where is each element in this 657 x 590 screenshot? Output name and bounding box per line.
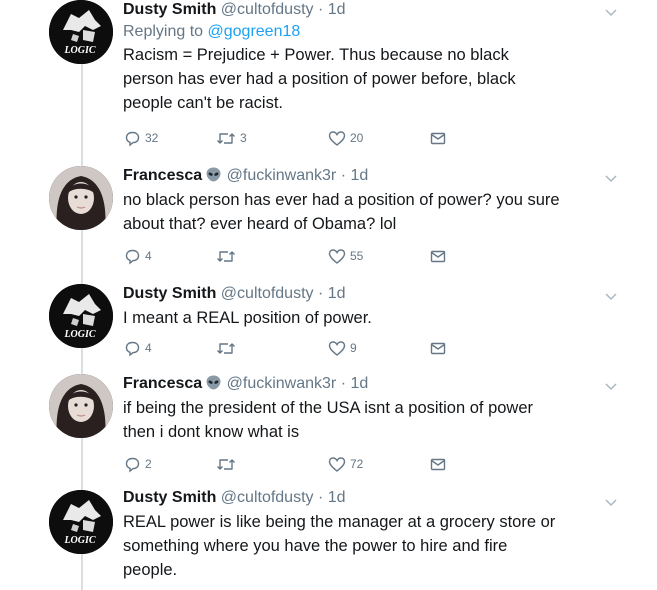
retweet-button[interactable]: [216, 454, 240, 474]
avatar[interactable]: LOGIC: [49, 284, 113, 348]
timestamp[interactable]: 1d: [328, 1, 346, 18]
tweet-text: no black person has ever had a position …: [123, 191, 560, 233]
heart-icon: [328, 130, 346, 146]
separator-dot: ·: [313, 489, 328, 506]
tweet-text: I meant a REAL position of power.: [123, 309, 372, 327]
direct-message-button[interactable]: [430, 338, 446, 358]
envelope-icon: [430, 250, 446, 263]
avatar[interactable]: [49, 166, 113, 230]
replying-to-handle-link[interactable]: @gogreen18: [208, 23, 301, 40]
chevron-down-icon[interactable]: [603, 494, 619, 510]
retweet-icon: [217, 458, 235, 470]
reply-button[interactable]: 4: [124, 338, 152, 358]
reply-button[interactable]: 32: [124, 128, 158, 148]
envelope-icon: [430, 132, 446, 145]
heart-icon: [328, 340, 346, 356]
chevron-down-icon[interactable]: [603, 4, 619, 20]
envelope-icon: [430, 458, 446, 471]
retweet-button[interactable]: [216, 246, 240, 266]
reply-count: 2: [145, 457, 152, 471]
timestamp[interactable]: 1d: [328, 489, 346, 506]
avatar[interactable]: [49, 374, 113, 438]
like-count: 9: [350, 341, 357, 355]
reply-count: 32: [145, 131, 159, 145]
separator-dot: ·: [336, 167, 351, 184]
reply-icon: [125, 457, 140, 472]
direct-message-button[interactable]: [430, 128, 446, 148]
reply-icon: [125, 131, 140, 146]
reply-icon: [125, 249, 140, 264]
separator-dot: ·: [313, 285, 328, 302]
alien-emoji-icon: [206, 167, 221, 182]
chevron-down-icon[interactable]: [603, 170, 619, 186]
display-name[interactable]: Francesca: [123, 167, 202, 184]
direct-message-button[interactable]: [430, 246, 446, 266]
display-name[interactable]: Francesca: [123, 375, 202, 392]
user-handle[interactable]: @fuckinwank3r: [227, 375, 337, 392]
user-handle[interactable]: @cultofdusty: [221, 489, 314, 506]
tweet-actions: 32 3 20: [124, 128, 454, 148]
timestamp[interactable]: 1d: [350, 167, 368, 184]
replying-to-label: Replying to: [123, 23, 208, 40]
user-handle[interactable]: @fuckinwank3r: [227, 167, 337, 184]
avatar-logo-text: LOGIC: [63, 329, 95, 340]
user-handle[interactable]: @cultofdusty: [221, 1, 314, 18]
tweet-header: Francesca @fuckinwank3r · 1d: [123, 166, 633, 186]
reply-count: 4: [145, 341, 152, 355]
avatar-logo-text: LOGIC: [63, 45, 95, 56]
tweet-header: Francesca @fuckinwank3r · 1d: [123, 374, 633, 394]
francesca-avatar-image: [49, 166, 113, 230]
tweet-text: REAL power is like being the manager at …: [123, 513, 556, 579]
replying-to: Replying to @gogreen18: [123, 22, 633, 42]
tweet-text: Racism = Prejudice + Power. Thus because…: [123, 46, 516, 112]
francesca-avatar-image: [49, 374, 113, 438]
user-handle[interactable]: @cultofdusty: [221, 285, 314, 302]
reply-button[interactable]: 4: [124, 246, 152, 266]
chevron-down-icon[interactable]: [603, 288, 619, 304]
like-button[interactable]: 9: [328, 338, 357, 358]
retweet-button[interactable]: 3: [216, 128, 247, 148]
retweet-button[interactable]: [216, 338, 240, 358]
separator-dot: ·: [336, 375, 351, 392]
display-name[interactable]: Dusty Smith: [123, 285, 216, 302]
avatar[interactable]: LOGIC: [49, 0, 113, 64]
separator-dot: ·: [313, 1, 328, 18]
logic-avatar-image: LOGIC: [49, 490, 113, 554]
reply-button[interactable]: 2: [124, 454, 152, 474]
tweet-actions: 4 55: [124, 246, 454, 266]
avatar[interactable]: LOGIC: [49, 490, 113, 554]
display-name[interactable]: Dusty Smith: [123, 1, 216, 18]
avatar-logo-text: LOGIC: [63, 535, 95, 546]
timestamp[interactable]: 1d: [328, 285, 346, 302]
retweet-icon: [217, 250, 235, 262]
retweet-icon: [217, 342, 235, 354]
like-button[interactable]: 55: [328, 246, 363, 266]
reply-icon: [125, 341, 140, 356]
logic-avatar-image: LOGIC: [49, 284, 113, 348]
display-name[interactable]: Dusty Smith: [123, 489, 216, 506]
heart-icon: [328, 456, 346, 472]
chevron-down-icon[interactable]: [603, 378, 619, 394]
retweet-icon: [217, 132, 235, 144]
alien-emoji-icon: [206, 375, 221, 390]
tweet-header: Dusty Smith @cultofdusty · 1d: [123, 0, 633, 20]
like-count: 55: [350, 249, 364, 263]
tweet-header: Dusty Smith @cultofdusty · 1d: [123, 284, 633, 304]
tweet-header: Dusty Smith @cultofdusty · 1d: [123, 488, 633, 508]
heart-icon: [328, 248, 346, 264]
like-button[interactable]: 72: [328, 454, 363, 474]
direct-message-button[interactable]: [430, 454, 446, 474]
tweet-text: if being the president of the USA isnt a…: [123, 399, 534, 441]
like-count: 72: [350, 457, 364, 471]
tweet-actions: 4 9: [124, 338, 454, 358]
like-button[interactable]: 20: [328, 128, 363, 148]
like-count: 20: [350, 131, 364, 145]
timestamp[interactable]: 1d: [350, 375, 368, 392]
reply-count: 4: [145, 249, 152, 263]
envelope-icon: [430, 342, 446, 355]
logic-avatar-image: LOGIC: [49, 0, 113, 64]
retweet-count: 3: [240, 131, 247, 145]
tweet-actions: 2 72: [124, 454, 454, 474]
